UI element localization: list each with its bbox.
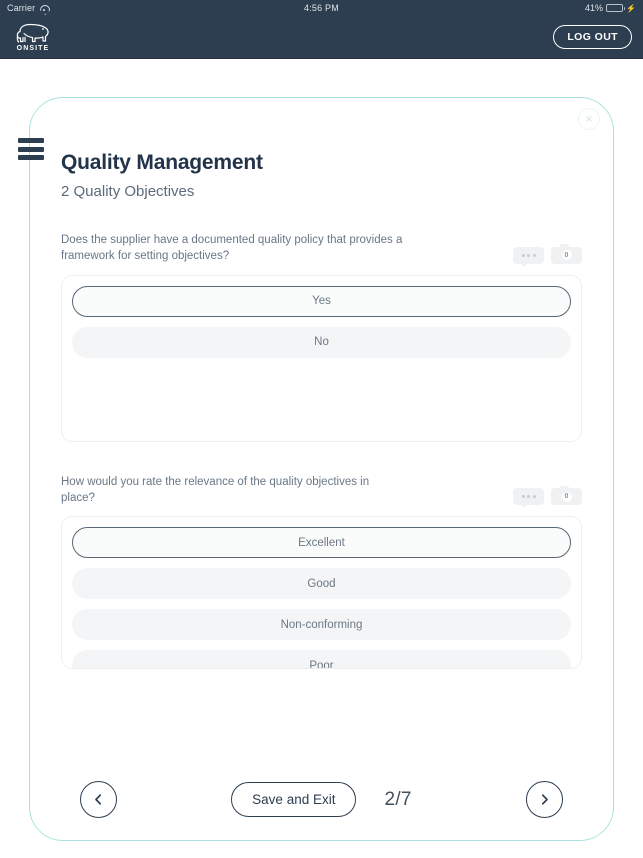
brand-logo: ONSITE — [14, 22, 52, 52]
photo-count-badge: 0 — [551, 247, 582, 264]
survey-card: × Quality Management 2 Quality Objective… — [29, 97, 614, 841]
progress-indicator: 2/7 — [384, 788, 412, 810]
card-content: Quality Management 2 Quality Objectives … — [30, 98, 613, 670]
brand-name-label: ONSITE — [16, 45, 50, 52]
save-and-exit-button[interactable]: Save and Exit — [231, 782, 357, 817]
comment-bubble-icon[interactable] — [513, 488, 544, 509]
logout-button[interactable]: LOG OUT — [553, 25, 632, 49]
question-badges: 0 — [513, 244, 582, 267]
page-body: × Quality Management 2 Quality Objective… — [0, 59, 643, 858]
photo-count-badge: 0 — [551, 488, 582, 505]
battery-icon — [606, 4, 626, 12]
camera-icon[interactable]: 0 — [551, 485, 582, 506]
question-block: How would you rate the relevance of the … — [61, 472, 582, 670]
question-text: Does the supplier have a documented qual… — [61, 234, 403, 263]
hamburger-bar — [18, 138, 44, 143]
photo-count-label: 0 — [561, 491, 572, 502]
options-list: Yes No — [61, 274, 582, 442]
question-text: How would you rate the relevance of the … — [61, 475, 370, 504]
close-icon[interactable]: × — [578, 108, 600, 130]
question-block: Does the supplier have a documented qual… — [61, 230, 582, 442]
hamburger-menu-icon[interactable] — [18, 138, 44, 160]
option-item[interactable]: Good — [72, 568, 571, 600]
chevron-right-icon — [538, 793, 551, 806]
hamburger-bar — [18, 146, 44, 152]
comment-dots — [513, 488, 544, 505]
question-header: Does the supplier have a documented qual… — [61, 230, 582, 267]
options-list: Excellent Good Non-conforming Poor — [61, 516, 582, 670]
option-item[interactable]: No — [72, 326, 571, 358]
question-badges: 0 — [513, 485, 582, 509]
chevron-left-icon — [92, 793, 105, 806]
next-page-button[interactable] — [526, 781, 563, 818]
camera-icon[interactable]: 0 — [551, 244, 582, 264]
app-header: ONSITE LOG OUT — [0, 16, 643, 59]
question-header: How would you rate the relevance of the … — [61, 472, 582, 509]
clock-label: 4:56 PM — [304, 3, 339, 13]
page-subtitle: 2 Quality Objectives — [61, 183, 195, 200]
option-item[interactable]: Yes — [72, 285, 571, 317]
hamburger-bar — [18, 155, 44, 160]
survey-footer: Save and Exit 2/7 — [30, 781, 613, 818]
photo-count-label: 0 — [561, 250, 572, 261]
elephant-logo-icon — [14, 22, 52, 44]
option-item[interactable]: Excellent — [72, 527, 571, 559]
option-item[interactable]: Non-conforming — [72, 609, 571, 641]
previous-page-button[interactable] — [80, 781, 117, 818]
ios-status-bar: Carrier 4:56 PM 41% ⚡ — [0, 0, 643, 16]
comment-dots — [513, 247, 544, 264]
comment-bubble-icon[interactable] — [513, 246, 544, 267]
footer-center: Save and Exit 2/7 — [117, 782, 526, 817]
page-title: Quality Management — [61, 151, 263, 174]
option-item[interactable]: Poor — [72, 650, 571, 669]
